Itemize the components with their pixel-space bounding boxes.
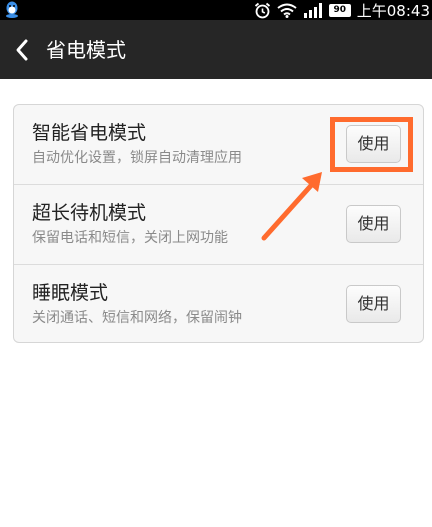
mode-subtitle: 保留电话和短信，关闭上网功能: [32, 230, 228, 246]
mode-title: 超长待机模式: [32, 202, 147, 224]
qq-icon: [6, 1, 18, 18]
mode-title: 睡眠模式: [32, 282, 109, 304]
status-time: 上午08:43: [356, 1, 430, 20]
status-bar: 90 上午08:43: [0, 0, 432, 20]
signal-icon: [303, 2, 322, 18]
battery-level: 90: [333, 4, 347, 15]
arrow-icon: [261, 172, 322, 241]
list-item-sleep: 睡眠模式 关闭通话、短信和网络，保留闹钟 使用: [14, 264, 423, 345]
mode-subtitle: 关闭通话、短信和网络，保留闹钟: [32, 310, 242, 326]
highlight-box: [330, 117, 413, 172]
title-bar: 省电模式: [0, 20, 432, 79]
chevron-left-icon[interactable]: [14, 38, 30, 62]
page-title: 省电模式: [46, 38, 126, 62]
mode-subtitle: 自动优化设置，锁屏自动清理应用: [32, 150, 242, 166]
alarm-icon: [254, 2, 270, 18]
use-button-long-standby[interactable]: 使用: [346, 205, 401, 243]
battery-icon: 90: [328, 3, 351, 17]
wifi-icon: [277, 3, 297, 18]
use-button-sleep[interactable]: 使用: [346, 285, 401, 323]
list-item-long-standby: 超长待机模式 保留电话和短信，关闭上网功能 使用: [14, 184, 423, 265]
mode-title: 智能省电模式: [32, 122, 147, 144]
